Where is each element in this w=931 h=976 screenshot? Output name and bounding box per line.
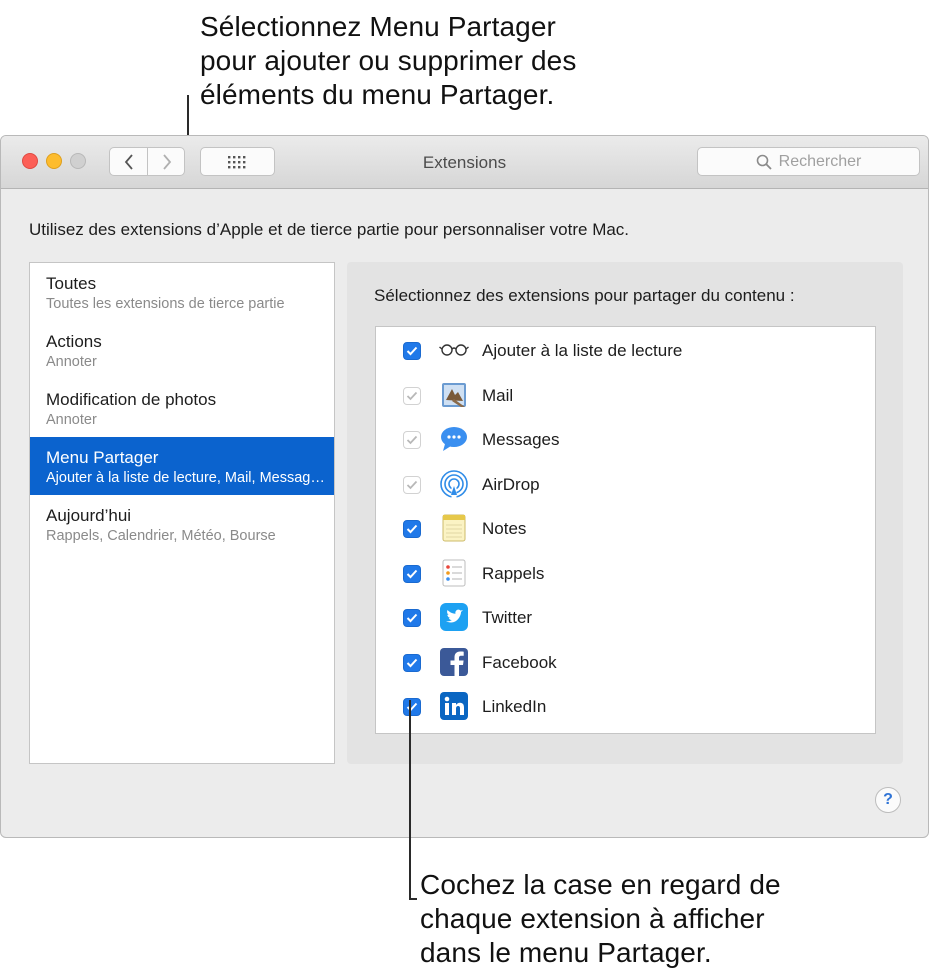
- checkmark-icon: [406, 480, 418, 490]
- checkbox-twitter[interactable]: [403, 609, 421, 627]
- mail-icon: [439, 380, 469, 410]
- checkmark-icon: [406, 613, 418, 623]
- extension-row-rappels: Rappels: [376, 551, 875, 595]
- description-text: Utilisez des extensions d’Apple et de ti…: [29, 220, 630, 239]
- sidebar-item-aujourdhui[interactable]: Aujourd’hui Rappels, Calendrier, Météo, …: [30, 495, 334, 553]
- sidebar-item-title: Toutes: [46, 274, 97, 293]
- checkmark-icon: [406, 702, 418, 712]
- extension-row-mail: Mail: [376, 373, 875, 417]
- checkbox-airdrop: [403, 476, 421, 494]
- sidebar-item-subtitle: Rappels, Calendrier, Météo, Bourse: [46, 528, 276, 544]
- reminders-icon: [439, 558, 469, 588]
- checkmark-icon: [406, 569, 418, 579]
- checkmark-icon: [406, 346, 418, 356]
- search-icon: [756, 154, 772, 170]
- extension-label: Messages: [482, 430, 560, 449]
- sidebar-item-title: Actions: [46, 332, 102, 351]
- share-menu-panel: Sélectionnez des extensions pour partage…: [347, 262, 903, 764]
- extension-row-reading-list: Ajouter à la liste de lecture: [376, 328, 875, 372]
- callout-bottom-leader-line: [409, 700, 411, 900]
- extension-row-notes: Notes: [376, 506, 875, 550]
- notes-icon: [439, 513, 469, 543]
- extension-label: Twitter: [482, 608, 533, 627]
- sidebar-item-modification-de-photos[interactable]: Modification de photos Annoter: [30, 379, 334, 437]
- checkbox-reading-list[interactable]: [403, 342, 421, 360]
- twitter-icon: [439, 602, 469, 632]
- title-bar: Extensions Rechercher: [1, 136, 928, 189]
- checkbox-notes[interactable]: [403, 520, 421, 538]
- extension-label: LinkedIn: [482, 697, 547, 716]
- checkbox-rappels[interactable]: [403, 565, 421, 583]
- callout-bottom-leader-tick: [409, 898, 417, 900]
- extension-category-list: Toutes Toutes les extensions de tierce p…: [29, 262, 335, 764]
- facebook-icon: [439, 647, 469, 677]
- extension-label: AirDrop: [482, 475, 540, 494]
- checkmark-icon: [406, 435, 418, 445]
- callout-bottom: Cochez la case en regard de chaque exten…: [420, 869, 781, 968]
- sidebar-item-subtitle: Toutes les extensions de tierce partie: [46, 296, 285, 312]
- checkmark-icon: [406, 524, 418, 534]
- checkbox-mail: [403, 387, 421, 405]
- linkedin-icon: [439, 691, 469, 721]
- search-placeholder: Rechercher: [778, 152, 862, 170]
- extension-row-twitter: Twitter: [376, 595, 875, 639]
- sidebar-item-subtitle: Annoter: [46, 354, 97, 370]
- extension-list: Ajouter à la liste de lecture Mail Messa…: [375, 326, 876, 734]
- extension-label: Ajouter à la liste de lecture: [482, 341, 683, 360]
- extension-label: Rappels: [482, 564, 545, 583]
- extension-label: Notes: [482, 519, 527, 538]
- extension-row-facebook: Facebook: [376, 640, 875, 684]
- checkbox-facebook[interactable]: [403, 654, 421, 672]
- sidebar-item-subtitle: Annoter: [46, 412, 97, 428]
- messages-icon: [439, 424, 469, 454]
- search-field[interactable]: Rechercher: [697, 147, 920, 176]
- checkbox-messages: [403, 431, 421, 449]
- extension-row-airdrop: AirDrop: [376, 462, 875, 506]
- extension-row-linkedin: LinkedIn: [376, 684, 875, 728]
- checkbox-linkedin[interactable]: [403, 698, 421, 716]
- extension-row-messages: Messages: [376, 417, 875, 461]
- sidebar-item-menu-partager[interactable]: Menu Partager Ajouter à la liste de lect…: [30, 437, 334, 495]
- checkmark-icon: [406, 658, 418, 668]
- help-button[interactable]: ?: [875, 787, 901, 813]
- extension-label: Facebook: [482, 653, 557, 672]
- glasses-icon: [439, 335, 469, 365]
- checkmark-icon: [406, 391, 418, 401]
- sidebar-item-toutes[interactable]: Toutes Toutes les extensions de tierce p…: [30, 263, 334, 321]
- airdrop-icon: [439, 469, 469, 499]
- panel-instruction-label: Sélectionnez des extensions pour partage…: [374, 286, 795, 305]
- extension-label: Mail: [482, 386, 514, 405]
- sidebar-item-title: Menu Partager: [46, 448, 159, 467]
- extensions-window: Extensions Rechercher Utilisez des exten…: [0, 135, 929, 838]
- sidebar-item-title: Aujourd’hui: [46, 506, 132, 525]
- sidebar-item-actions[interactable]: Actions Annoter: [30, 321, 334, 379]
- sidebar-item-title: Modification de photos: [46, 390, 217, 409]
- callout-top: Sélectionnez Menu Partager pour ajouter …: [200, 11, 577, 110]
- sidebar-item-subtitle: Ajouter à la liste de lecture, Mail, Mes…: [46, 470, 328, 486]
